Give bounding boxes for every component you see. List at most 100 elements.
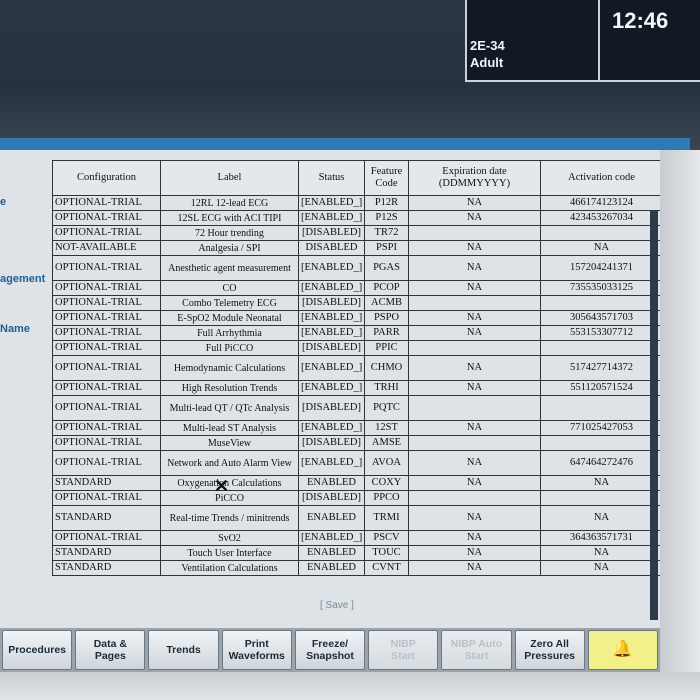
table-row[interactable]: OPTIONAL-TRIAL 12SL ECG with ACI TIPI [ENA… [52, 210, 663, 226]
status-cell[interactable]: [ENABLED_] [298, 450, 365, 476]
table-row[interactable]: OPTIONAL-TRIAL Network and Auto Alarm Vie… [52, 450, 663, 476]
freeze-snapshot-button[interactable]: Freeze/ Snapshot [294, 630, 366, 670]
nibp-auto-start-button[interactable]: NIBP Auto Start [441, 630, 512, 670]
table-row[interactable]: OPTIONAL-TRIAL CO [ENABLED_] PCOP NA 73553503… [52, 280, 663, 296]
status-cell[interactable]: [ENABLED_] [298, 310, 365, 326]
expiration-cell [408, 395, 541, 421]
label-cell: CO [160, 280, 299, 296]
label-cell: High Resolution Trends [160, 380, 299, 396]
activation-code-cell [540, 435, 663, 451]
status-cell[interactable]: [DISABLED] [298, 340, 365, 356]
table-row[interactable]: OPTIONAL-TRIAL MuseView [DISABLED] AMSE [52, 435, 663, 451]
activation-code-cell: 553153307712 [540, 325, 663, 341]
label-cell: Multi-lead ST Analysis [160, 420, 299, 436]
label-cell: MuseView [160, 435, 299, 451]
feature-code-cell: AVOA [364, 450, 409, 476]
table-row[interactable]: OPTIONAL-TRIAL Hemodynamic Calculations [E… [52, 355, 663, 381]
expiration-cell: NA [408, 325, 541, 341]
config-cell: STANDARD [52, 475, 161, 491]
status-cell[interactable]: [ENABLED_] [298, 420, 365, 436]
table-row[interactable]: OPTIONAL-TRIAL Multi-lead QT / QTc Analys… [52, 395, 663, 421]
status-divider [598, 0, 600, 80]
status-cell[interactable]: ENABLED [298, 505, 365, 531]
label-cell: Combo Telemetry ECG [160, 295, 299, 311]
status-cell[interactable]: [DISABLED] [298, 295, 365, 311]
label-cell: Hemodynamic Calculations [160, 355, 299, 381]
table-row[interactable]: OPTIONAL-TRIAL High Resolution Trends [ENA… [52, 380, 663, 396]
status-cell[interactable]: [ENABLED_] [298, 355, 365, 381]
save-button[interactable]: [ Save ] [320, 600, 354, 611]
procedures-button[interactable]: Procedures [2, 630, 73, 670]
table-row[interactable]: OPTIONAL-TRIAL Anesthetic agent measureme… [52, 255, 663, 281]
table-row[interactable]: OPTIONAL-TRIAL Combo Telemetry ECG [DISABL… [52, 295, 663, 311]
feature-code-cell: PARR [364, 325, 409, 341]
status-cell[interactable]: DISABLED [298, 240, 365, 256]
feature-table: Configuration Label Status Feature Code … [52, 160, 663, 576]
label-cell: Touch User Interface [160, 545, 299, 561]
activation-code-cell [540, 340, 663, 356]
bell-icon[interactable]: 🔔 [587, 630, 658, 670]
status-cell[interactable]: [DISABLED] [298, 490, 365, 506]
status-cell[interactable]: [DISABLED] [298, 395, 365, 421]
table-row[interactable]: OPTIONAL-TRIAL PiCCO [DISABLED] PPCO [52, 490, 663, 506]
status-cell[interactable]: [ENABLED_] [298, 255, 365, 281]
feature-code-cell: P12S [364, 210, 409, 226]
table-row[interactable]: OPTIONAL-TRIAL E-SpO2 Module Neonatal [ENA… [52, 310, 663, 326]
activation-code-cell [540, 225, 663, 241]
table-row[interactable]: STANDARD Oxygenation Calculations ENABLED C… [52, 475, 663, 491]
table-row[interactable]: OPTIONAL-TRIAL 72 Hour trending [DISABLED]… [52, 225, 663, 241]
status-cell[interactable]: [DISABLED] [298, 435, 365, 451]
activation-code-cell: NA [540, 475, 663, 491]
status-cell[interactable]: [ENABLED_] [298, 530, 365, 546]
print-waveforms-button[interactable]: Print Waveforms [221, 630, 292, 670]
nibp-start-button[interactable]: NIBP Start [368, 630, 439, 670]
activation-code-cell: 466174123124 [540, 195, 663, 211]
config-cell: OPTIONAL-TRIAL [52, 310, 161, 326]
expiration-cell: NA [408, 255, 541, 281]
feature-code-cell: TR72 [364, 225, 409, 241]
left-menu-fragment-2[interactable]: agement [0, 273, 45, 285]
config-cell: STANDARD [52, 560, 161, 576]
feature-code-cell: PGAS [364, 255, 409, 281]
feature-code-cell: PSPO [364, 310, 409, 326]
status-cell[interactable]: [ENABLED_] [298, 325, 365, 341]
status-cell[interactable]: [ENABLED_] [298, 195, 365, 211]
config-cell: OPTIONAL-TRIAL [52, 435, 161, 451]
clock: 12:46 [612, 8, 669, 33]
patient-category: Adult [470, 55, 504, 70]
left-menu-fragment-3[interactable]: Name [0, 323, 30, 335]
status-cell[interactable]: [ENABLED_] [298, 280, 365, 296]
status-cell[interactable]: [ENABLED_] [298, 210, 365, 226]
table-row[interactable]: STANDARD Real-time Trends / minitrends ENA… [52, 505, 663, 531]
status-cell[interactable]: ENABLED [298, 475, 365, 491]
table-row[interactable]: OPTIONAL-TRIAL 12RL 12-lead ECG [ENABLED_]… [52, 195, 663, 211]
table-row[interactable]: OPTIONAL-TRIAL SvO2 [ENABLED_] PSCV NA 364363… [52, 530, 663, 546]
trends-button[interactable]: Trends [148, 630, 219, 670]
table-row[interactable]: STANDARD Ventilation Calculations ENABLED C… [52, 560, 663, 576]
table-row[interactable]: OPTIONAL-TRIAL Full PiCCO [DISABLED] PPIC [52, 340, 663, 356]
config-cell: OPTIONAL-TRIAL [52, 490, 161, 506]
status-cell[interactable]: [ENABLED_] [298, 380, 365, 396]
expiration-cell: NA [408, 505, 541, 531]
table-row[interactable]: STANDARD Touch User Interface ENABLED TOUC N… [52, 545, 663, 561]
status-cell[interactable]: ENABLED [298, 545, 365, 561]
config-cell: OPTIONAL-TRIAL [52, 195, 161, 211]
label-cell: Anesthetic agent measurement [160, 255, 299, 281]
expiration-cell: NA [408, 280, 541, 296]
status-cell[interactable]: ENABLED [298, 560, 365, 576]
activation-code-cell: NA [540, 545, 663, 561]
table-row[interactable]: NOT-AVAILABLE Analgesia / SPI DISABLED PSPI… [52, 240, 663, 256]
label-cell: Network and Auto Alarm View [160, 450, 299, 476]
col-header-feature-code: Feature Code [364, 160, 409, 196]
activation-code-cell: 423453267034 [540, 210, 663, 226]
expiration-cell [408, 490, 541, 506]
zero-all-pressures-button[interactable]: Zero All Pressures [514, 630, 585, 670]
scrollbar[interactable] [650, 210, 658, 620]
status-cell[interactable]: [DISABLED] [298, 225, 365, 241]
config-cell: OPTIONAL-TRIAL [52, 255, 161, 281]
feature-code-cell: CHMO [364, 355, 409, 381]
left-menu-fragment-1[interactable]: e [0, 196, 6, 208]
table-row[interactable]: OPTIONAL-TRIAL Multi-lead ST Analysis [ENA… [52, 420, 663, 436]
data-pages-button[interactable]: Data & Pages [75, 630, 146, 670]
table-row[interactable]: OPTIONAL-TRIAL Full Arrhythmia [ENABLED_] P… [52, 325, 663, 341]
